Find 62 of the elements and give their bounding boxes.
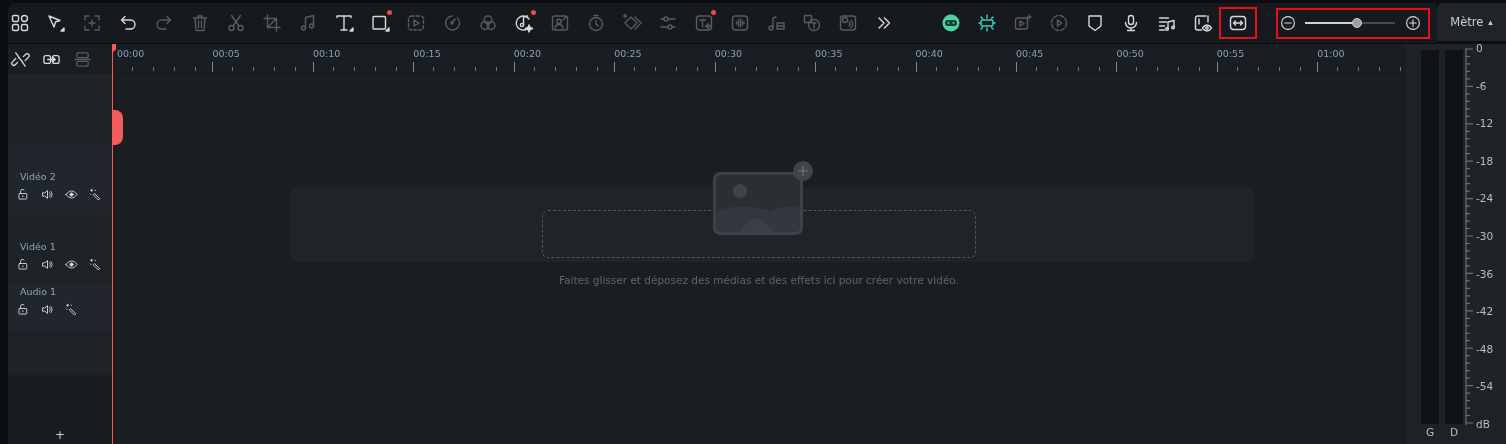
- meter-label: dB: [1476, 416, 1491, 431]
- time-label: 00:55: [1216, 47, 1245, 61]
- time-label: 01:00: [1317, 47, 1345, 61]
- padlock-icon[interactable]: [17, 303, 30, 316]
- padlock-icon[interactable]: [17, 188, 30, 201]
- time-label: 00:30: [714, 47, 742, 61]
- image-placeholder-icon: [712, 160, 814, 235]
- zoom-in-icon[interactable]: [1405, 15, 1421, 31]
- time-label: 00:50: [1116, 47, 1144, 61]
- meter-label: -36: [1476, 266, 1494, 281]
- meter-label: -48: [1476, 341, 1494, 356]
- time-label: 00:05: [212, 47, 240, 61]
- padlock-icon[interactable]: [17, 258, 30, 271]
- grid-icon[interactable]: [10, 13, 30, 33]
- drop-hint: Faites glisser et déposez des médias et des effets ici pour créer votre vidéo.: [559, 274, 959, 286]
- meter-label: -12: [1476, 116, 1494, 131]
- shield-icon[interactable]: [1085, 13, 1105, 33]
- track-name: Audio 1: [19, 286, 58, 297]
- playhead-marker[interactable]: [112, 44, 116, 53]
- eye-icon[interactable]: [65, 258, 78, 271]
- speaker-icon[interactable]: [41, 258, 54, 271]
- time-label: 00:00: [117, 47, 145, 61]
- meter-label: -24: [1476, 191, 1494, 206]
- music-sparkle-icon[interactable]: [514, 13, 534, 33]
- preview-icon[interactable]: [1193, 13, 1213, 33]
- robot-icon[interactable]: [941, 13, 961, 33]
- time-label: 00:45: [1015, 47, 1044, 61]
- text-icon[interactable]: [334, 13, 354, 33]
- undo-icon[interactable]: [118, 13, 138, 33]
- meter-label: -18: [1476, 153, 1494, 168]
- meter-label: -42: [1476, 304, 1494, 319]
- meter-label: -54: [1476, 379, 1494, 394]
- channel-label: G: [1424, 426, 1436, 438]
- track-name: Vidéo 1: [19, 241, 57, 252]
- fit-button[interactable]: [1219, 7, 1257, 39]
- meter-label: 0: [1476, 41, 1484, 55]
- add-track-button[interactable]: +: [54, 428, 66, 442]
- zoom-slider[interactable]: [1305, 16, 1395, 30]
- time-label: 00:10: [312, 47, 341, 61]
- meter-label: -6: [1476, 78, 1488, 93]
- unlink-icon[interactable]: [11, 49, 30, 69]
- fit-icon[interactable]: [1228, 13, 1248, 33]
- slider-thumb[interactable]: [1352, 18, 1363, 28]
- track-name: Vidéo 2: [19, 171, 57, 182]
- square-icon[interactable]: [370, 13, 390, 33]
- zoom-out-icon[interactable]: [1280, 15, 1296, 31]
- time-label: 00:35: [815, 47, 843, 61]
- eye-icon[interactable]: [65, 188, 78, 201]
- playhead-handle[interactable]: [112, 110, 123, 145]
- meter-label: -30: [1476, 228, 1494, 243]
- time-label: 00:25: [614, 47, 642, 61]
- speaker-icon[interactable]: [41, 303, 54, 316]
- wand-icon[interactable]: [89, 188, 102, 201]
- pointer-icon[interactable]: [46, 13, 66, 33]
- wand-icon[interactable]: [89, 258, 102, 271]
- channel-label: D: [1448, 426, 1460, 438]
- snap-icon[interactable]: [977, 13, 997, 33]
- time-label: 00:40: [915, 47, 943, 61]
- time-label: 00:15: [413, 47, 441, 61]
- time-label: 00:20: [513, 47, 542, 61]
- wand-icon[interactable]: [65, 303, 78, 316]
- speaker-icon[interactable]: [41, 188, 54, 201]
